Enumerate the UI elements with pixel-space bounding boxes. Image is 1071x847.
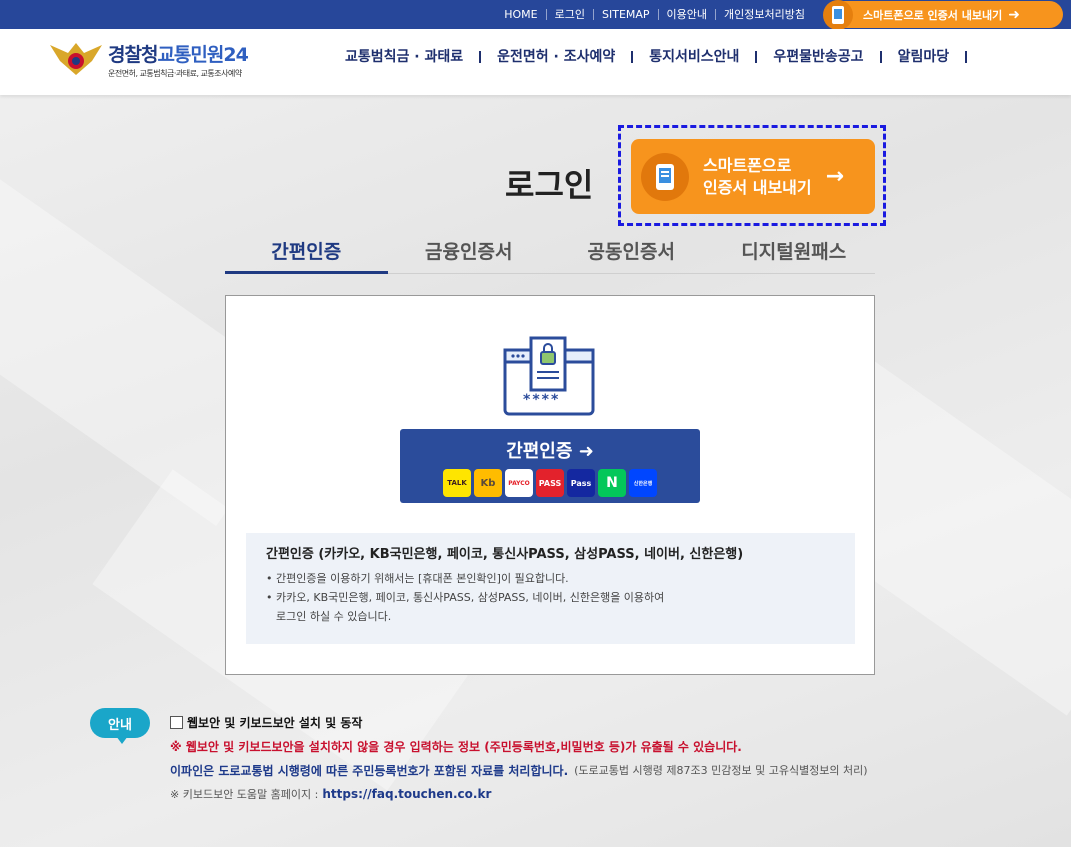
site-logo[interactable]: 경찰청교통민원24 운전면허, 교통범칙금·과태료, 교통조사예약 (48, 39, 249, 79)
help-prefix: ※ 키보드보안 도움말 홈페이지 : (170, 788, 319, 801)
naver-icon: N (598, 469, 626, 497)
export-certificate-top-button[interactable]: 스마트폰으로 인증서 내보내기 ➜ (823, 0, 1063, 30)
export-line-2: 인증서 내보내기 (703, 177, 812, 197)
utility-links: HOME 로그인 SITEMAP 이용안내 개인정보처리방침 (496, 0, 813, 29)
tab-digital-onepass[interactable]: 디지털원패스 (713, 230, 876, 273)
guide-link[interactable]: 이용안내 (659, 9, 717, 20)
login-tabs: 간편인증 금융인증서 공동인증서 디지털원패스 (225, 230, 875, 274)
security-notice: 웹보안 및 키보드보안 설치 및 동작 ※ 웹보안 및 키보드보안을 설치하지 … (170, 710, 868, 806)
tab-joint-cert[interactable]: 공동인증서 (550, 230, 713, 273)
info-heading: 간편인증 (카카오, KB국민은행, 페이코, 통신사PASS, 삼성PASS,… (266, 547, 744, 562)
info-item: 카카오, KB국민은행, 페이코, 통신사PASS, 삼성PASS, 네이버, … (266, 588, 835, 607)
tab-financial-cert[interactable]: 금융인증서 (388, 230, 551, 273)
smartphone-icon (823, 0, 853, 30)
simple-auth-info: 간편인증 (카카오, KB국민은행, 페이코, 통신사PASS, 삼성PASS,… (246, 533, 855, 644)
page-title: 로그인 (505, 166, 594, 204)
security-warning: ※ 웹보안 및 키보드보안을 설치하지 않을 경우 입력하는 정보 (주민등록번… (170, 739, 742, 754)
kakao-icon: TALK (443, 469, 471, 497)
simple-auth-label: 간편인증 (506, 441, 573, 462)
utility-bar: HOME 로그인 SITEMAP 이용안내 개인정보처리방침 스마트폰으로 인증… (0, 0, 1071, 30)
smartphone-icon (641, 152, 689, 201)
login-link[interactable]: 로그인 (547, 9, 594, 20)
tab-simple-auth[interactable]: 간편인증 (225, 230, 388, 274)
security-checkbox-label: 웹보안 및 키보드보안 설치 및 동작 (187, 715, 363, 730)
nav-item-fines[interactable]: 교통범칙금 · 과태료 (335, 50, 482, 64)
nav-item-notice[interactable]: 알림마당 (882, 50, 968, 64)
privacy-policy-link[interactable]: 개인정보처리방침 (716, 9, 813, 20)
main-navigation: 교통범칙금 · 과태료 운전면허 · 조사예약 통지서비스안내 우편물반송공고 … (335, 50, 968, 64)
home-link[interactable]: HOME (496, 9, 547, 20)
legal-reference: (도로교통법 시행령 제87조3 민감정보 및 고유식별정보의 처리) (574, 764, 868, 777)
site-header: 경찰청교통민원24 운전면허, 교통범칙금·과태료, 교통조사예약 교통범칙금 … (0, 29, 1071, 95)
police-emblem-icon (48, 39, 104, 79)
nav-item-notification[interactable]: 통지서비스안내 (633, 50, 758, 64)
shinhan-bank-icon: 신한은행 (629, 469, 657, 497)
export-certificate-top-label: 스마트폰으로 인증서 내보내기 (863, 8, 1003, 22)
info-item-continued: 로그인 하실 수 있습니다. (276, 610, 392, 623)
legal-notice: 이파인은 도로교통법 시행령에 따른 주민등록번호가 포함된 자료를 처리합니다… (170, 763, 569, 778)
notice-badge: 안내 (90, 708, 150, 744)
kb-bank-icon: Kb (474, 469, 502, 497)
keyboard-security-help-link[interactable]: https://faq.touchen.co.kr (322, 787, 491, 801)
telecom-pass-icon: PASS (536, 469, 564, 497)
login-panel: **** 간편인증 ➜ TALK Kb PAYCO PASS Pass N 신한… (225, 295, 875, 675)
logo-title: 경찰청교통민원24 (108, 43, 249, 66)
nav-item-license[interactable]: 운전면허 · 조사예약 (481, 50, 634, 64)
samsung-pass-icon: Pass (567, 469, 595, 497)
logo-subtitle: 운전면허, 교통범칙금·과태료, 교통조사예약 (108, 68, 242, 78)
arrow-right-icon: ➜ (578, 441, 594, 462)
provider-icons: TALK Kb PAYCO PASS Pass N 신한은행 (400, 469, 700, 497)
sitemap-link[interactable]: SITEMAP (594, 9, 659, 20)
masked-password: **** (523, 392, 561, 408)
payco-icon: PAYCO (505, 469, 533, 497)
arrow-right-icon: → (825, 164, 845, 189)
info-item: 간편인증을 이용하기 위해서는 [휴대폰 본인확인]이 필요합니다. (266, 569, 835, 588)
arrow-right-icon: ➜ (1008, 6, 1020, 23)
nav-item-returned-mail[interactable]: 우편물반송공고 (757, 50, 882, 64)
security-checkbox[interactable] (170, 715, 183, 729)
simple-auth-button[interactable]: 간편인증 ➜ TALK Kb PAYCO PASS Pass N 신한은행 (400, 429, 700, 503)
export-line-1: 스마트폰으로 (703, 155, 792, 175)
export-certificate-button[interactable]: 스마트폰으로 인증서 내보내기 → (631, 139, 875, 214)
secure-document-icon: **** (501, 334, 597, 424)
